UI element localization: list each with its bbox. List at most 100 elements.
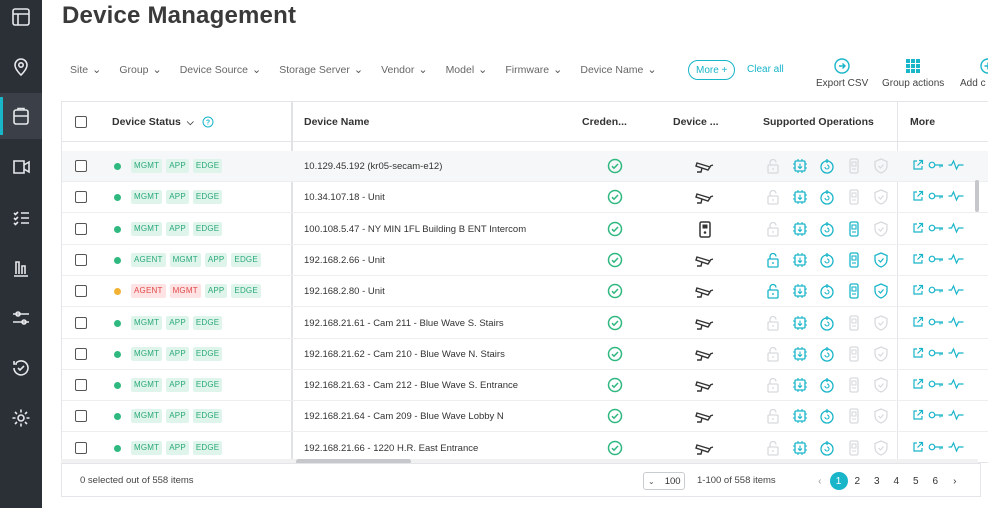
activity-icon[interactable] [948, 347, 964, 359]
config-icon[interactable] [845, 282, 863, 300]
filter-vendor[interactable]: Vendor ⌄ [381, 64, 428, 77]
config-icon[interactable] [845, 188, 863, 206]
config-icon[interactable] [845, 345, 863, 363]
open-external-icon[interactable] [912, 190, 924, 202]
key-icon[interactable] [928, 284, 944, 296]
shield-check-icon[interactable] [872, 188, 890, 206]
next-page-button[interactable]: › [945, 472, 965, 490]
shield-check-icon[interactable] [872, 407, 890, 425]
table-row[interactable]: MGMT APP EDGE 100.108.5.47 - NY MIN 1FL Bui… [62, 214, 988, 245]
lock-icon[interactable] [764, 439, 782, 457]
open-external-icon[interactable] [912, 378, 924, 390]
activity-icon[interactable] [948, 253, 964, 265]
table-row[interactable]: MGMT APP EDGE 192.168.21.64 - Cam 209 - Blu… [62, 401, 988, 433]
column-device-status[interactable]: Device Status ⌵ ? [112, 102, 214, 142]
shield-check-icon[interactable] [872, 439, 890, 457]
page-button[interactable]: 6 [926, 472, 946, 490]
shield-check-icon[interactable] [872, 376, 890, 394]
filter-device-source[interactable]: Device Source ⌄ [180, 64, 262, 77]
device-name-cell[interactable]: 192.168.2.80 - Unit [304, 286, 385, 297]
page-button[interactable]: 2 [848, 472, 868, 490]
filter-storage-server[interactable]: Storage Server ⌄ [279, 64, 363, 77]
firmware-chip-icon[interactable] [791, 376, 809, 394]
firmware-chip-icon[interactable] [791, 314, 809, 332]
device-name-cell[interactable]: 192.168.21.62 - Cam 210 - Blue Wave N. S… [304, 349, 505, 360]
reboot-icon[interactable] [818, 220, 836, 238]
vertical-scrollbar[interactable] [975, 145, 980, 445]
page-button[interactable]: 4 [887, 472, 907, 490]
shield-check-icon[interactable] [872, 157, 890, 175]
table-row[interactable]: MGMT APP EDGE 192.168.21.62 - Cam 210 - Blu… [62, 339, 988, 370]
nav-item-sliders[interactable] [0, 295, 42, 341]
firmware-chip-icon[interactable] [791, 407, 809, 425]
key-icon[interactable] [928, 159, 944, 171]
device-name-cell[interactable]: 100.108.5.47 - NY MIN 1FL Building B ENT… [304, 224, 526, 235]
column-more[interactable]: More [910, 102, 935, 142]
export-csv-button[interactable]: Export CSV [816, 58, 868, 89]
firmware-chip-icon[interactable] [791, 251, 809, 269]
lock-icon[interactable] [764, 345, 782, 363]
firmware-chip-icon[interactable] [791, 188, 809, 206]
config-icon[interactable] [845, 439, 863, 457]
reboot-icon[interactable] [818, 376, 836, 394]
device-name-cell[interactable]: 192.168.21.61 - Cam 211 - Blue Wave S. S… [304, 318, 504, 329]
reboot-icon[interactable] [818, 188, 836, 206]
prev-page-button[interactable]: ‹ [810, 472, 830, 490]
filter-group[interactable]: Group ⌄ [119, 64, 161, 77]
config-icon[interactable] [845, 407, 863, 425]
device-name-cell[interactable]: 192.168.21.66 - 1220 H.R. East Entrance [304, 443, 478, 454]
nav-item-history[interactable] [0, 345, 42, 391]
nav-item-camera[interactable] [0, 144, 42, 190]
shield-check-icon[interactable] [872, 345, 890, 363]
activity-icon[interactable] [948, 190, 964, 202]
open-external-icon[interactable] [912, 253, 924, 265]
more-filters-button[interactable]: More + [688, 60, 736, 80]
filter-device-name[interactable]: Device Name ⌄ [580, 64, 656, 77]
shield-check-icon[interactable] [872, 282, 890, 300]
lock-icon[interactable] [764, 282, 782, 300]
nav-item-map-pin[interactable] [0, 44, 42, 90]
table-row[interactable]: AGENT MGMT APP EDGE 192.168.2.66 - Unit [62, 245, 988, 276]
row-checkbox[interactable] [75, 222, 87, 235]
activity-icon[interactable] [948, 378, 964, 390]
config-icon[interactable] [845, 314, 863, 332]
shield-check-icon[interactable] [872, 251, 890, 269]
reboot-icon[interactable] [818, 314, 836, 332]
key-icon[interactable] [928, 409, 944, 421]
key-icon[interactable] [928, 441, 944, 453]
table-row[interactable]: MGMT APP EDGE 10.129.45.192 (kr05-secam-e12… [62, 151, 988, 182]
row-checkbox[interactable] [75, 379, 87, 392]
firmware-chip-icon[interactable] [791, 220, 809, 238]
open-external-icon[interactable] [912, 441, 924, 453]
open-external-icon[interactable] [912, 222, 924, 234]
column-device-name[interactable]: Device Name [304, 102, 369, 142]
lock-icon[interactable] [764, 188, 782, 206]
device-name-cell[interactable]: 192.168.21.64 - Cam 209 - Blue Wave Lobb… [304, 411, 504, 422]
config-icon[interactable] [845, 157, 863, 175]
filter-firmware[interactable]: Firmware ⌄ [505, 64, 562, 77]
select-all-checkbox[interactable] [75, 116, 87, 128]
shield-check-icon[interactable] [872, 314, 890, 332]
config-icon[interactable] [845, 251, 863, 269]
reboot-icon[interactable] [818, 282, 836, 300]
nav-item-bar-chart[interactable] [0, 245, 42, 291]
lock-icon[interactable] [764, 407, 782, 425]
activity-icon[interactable] [948, 441, 964, 453]
column-device-type[interactable]: Device ... [673, 102, 719, 142]
reboot-icon[interactable] [818, 439, 836, 457]
lock-icon[interactable] [764, 314, 782, 332]
column-supported-operations[interactable]: Supported Operations [763, 102, 874, 142]
row-checkbox[interactable] [75, 191, 87, 204]
lock-icon[interactable] [764, 251, 782, 269]
activity-icon[interactable] [948, 316, 964, 328]
activity-icon[interactable] [948, 159, 964, 171]
page-size-select[interactable]: ⌄ 100 [643, 472, 685, 490]
lock-icon[interactable] [764, 220, 782, 238]
row-checkbox[interactable] [75, 160, 87, 172]
device-name-cell[interactable]: 10.34.107.18 - Unit [304, 192, 385, 203]
filter-site[interactable]: Site ⌄ [70, 64, 101, 77]
table-row[interactable]: AGENT MGMT APP EDGE 192.168.2.80 - Unit [62, 276, 988, 308]
row-checkbox[interactable] [75, 316, 87, 329]
row-checkbox[interactable] [75, 285, 87, 298]
device-name-cell[interactable]: 192.168.2.66 - Unit [304, 255, 385, 266]
